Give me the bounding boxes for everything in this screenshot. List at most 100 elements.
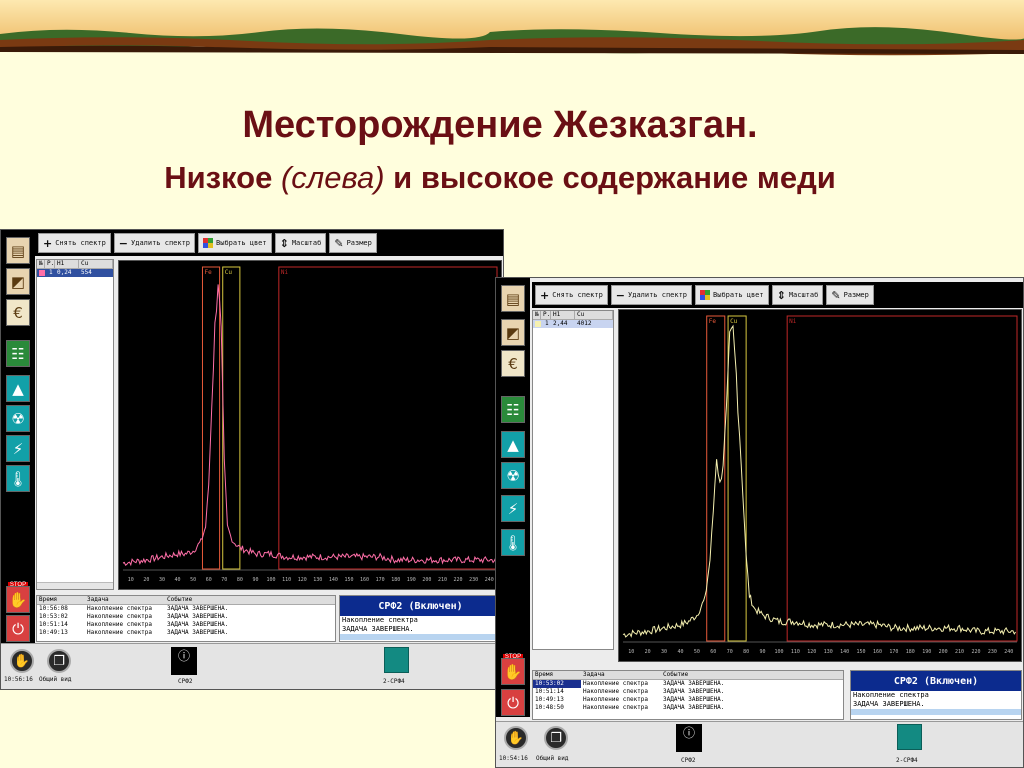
event-log-header: Время Задача Событие bbox=[533, 671, 843, 680]
clock: 10:54:16 bbox=[499, 755, 528, 762]
stop-hand-button[interactable]: ✋ bbox=[6, 586, 30, 613]
graduation-cap-icon[interactable]: ▲ bbox=[6, 375, 30, 402]
x-tick-label: 150 bbox=[857, 649, 866, 655]
thermometer-icon[interactable]: 🌡 bbox=[501, 529, 525, 556]
choose-color-button[interactable]: Выбрать цвет bbox=[695, 285, 769, 305]
brush-icon: ✎ bbox=[334, 236, 344, 250]
roi-cu-label: Cu bbox=[225, 269, 233, 276]
spectrum-svg: Fe Cu Ni 10 20 30 40 50 60 70 80 90 100 110 120 130 140 1… bbox=[122, 266, 498, 583]
take-spectrum-button[interactable]: + Снять спектр bbox=[38, 233, 111, 253]
spectrum-plot[interactable]: Fe Cu Ni 10 20 30 40 50 60 70 80 90 100 110 120 130 140 1… bbox=[618, 309, 1022, 662]
x-tick-label: 110 bbox=[282, 577, 291, 583]
list-item[interactable]: 10:56:08 Накопление спектра ЗАДАЧА ЗАВЕРШЕ… bbox=[37, 605, 335, 613]
status-line: ЗАДАЧА ЗАВЕРШЕНА. bbox=[342, 625, 414, 633]
scale-button[interactable]: ⇕ Масштаб bbox=[771, 285, 824, 305]
device-status-panel: СРФ2 (Включен) Накопление спектра ЗАДАЧА… bbox=[850, 670, 1022, 720]
table-row[interactable]: 1 0,24 554 bbox=[37, 269, 113, 277]
take-spectrum-button[interactable]: + Снять спектр bbox=[535, 285, 608, 305]
roi-cu-box bbox=[222, 266, 241, 570]
x-tick-label: 230 bbox=[988, 649, 997, 655]
list-item[interactable]: 10:53:02 Накопление спектра ЗАДАЧА ЗАВЕРШЕ… bbox=[37, 613, 335, 621]
device2-icon[interactable] bbox=[384, 647, 409, 673]
x-tick-label: 30 bbox=[159, 577, 165, 583]
x-tick-label: 240 bbox=[485, 577, 494, 583]
device-status-panel: СРФ2 (Включен) Накопление спектра ЗАДАЧА… bbox=[339, 595, 502, 642]
status-progress bbox=[340, 634, 501, 640]
size-button[interactable]: ✎ Размер bbox=[329, 233, 377, 253]
thermometer-icon[interactable]: 🌡 bbox=[6, 465, 30, 492]
spectra-table-header: № Р. Н1 Cu bbox=[37, 260, 113, 269]
roi-ni-box bbox=[278, 266, 498, 570]
document-icon[interactable]: ▤ bbox=[6, 237, 30, 264]
delete-spectrum-button[interactable]: − Удалить спектр bbox=[113, 233, 196, 253]
graph-icon[interactable]: ◩ bbox=[501, 319, 525, 346]
x-tick-label: 120 bbox=[298, 577, 307, 583]
network-icon[interactable]: ☷ bbox=[501, 396, 525, 423]
taskbar: ✋ ❐ 10:56:16 Общий вид ⓘ СРФ2 2-СРФ4 bbox=[1, 643, 503, 689]
list-item[interactable]: 10:49:13 Накопление спектра ЗАДАЧА ЗАВЕРШЕ… bbox=[37, 629, 335, 637]
device2-label: 2-СРФ4 bbox=[383, 678, 405, 685]
brush-icon: ✎ bbox=[831, 288, 841, 302]
slide-title: Месторождение Жезказган. bbox=[242, 104, 758, 146]
list-item[interactable]: 10:48:50 Накопление спектра ЗАДАЧА ЗАВЕРШЕ… bbox=[533, 704, 843, 712]
graduation-cap-icon[interactable]: ▲ bbox=[501, 431, 525, 458]
list-item[interactable]: 10:51:14 Накопление спектра ЗАДАЧА ЗАВЕРШЕ… bbox=[37, 621, 335, 629]
stop-hand-button[interactable]: ✋ bbox=[501, 658, 525, 685]
lightning-icon[interactable]: ⚡ bbox=[501, 495, 525, 522]
coin-icon[interactable]: € bbox=[6, 299, 30, 326]
list-item[interactable]: 10:49:13 Накопление спектра ЗАДАЧА ЗАВЕРШЕ… bbox=[533, 696, 843, 704]
overview-label: Общий вид bbox=[39, 676, 72, 683]
power-button[interactable]: ⏻ bbox=[6, 615, 30, 642]
clock: 10:56:16 bbox=[4, 676, 33, 683]
spectrum-series-line bbox=[622, 324, 1017, 638]
info-icon[interactable]: ⓘ bbox=[676, 724, 702, 752]
power-button[interactable]: ⏻ bbox=[501, 689, 525, 716]
size-button[interactable]: ✎ Размер bbox=[826, 285, 874, 305]
choose-color-button[interactable]: Выбрать цвет bbox=[198, 233, 272, 253]
x-tick-label: 70 bbox=[727, 649, 733, 655]
x-tick-label: 210 bbox=[438, 577, 447, 583]
spectrum-series-line bbox=[122, 284, 497, 567]
radiation-icon[interactable]: ☢ bbox=[6, 405, 30, 432]
overview-icon[interactable]: ❐ bbox=[47, 649, 71, 673]
radiation-icon[interactable]: ☢ bbox=[501, 462, 525, 489]
top-toolbar: + Снять спектр − Удалить спектр Выбрать цв… bbox=[35, 230, 503, 256]
x-tick-label: 50 bbox=[190, 577, 196, 583]
roi-fe-label: Fe bbox=[204, 269, 212, 276]
lightning-icon[interactable]: ⚡ bbox=[6, 435, 30, 462]
horizontal-scrollbar[interactable] bbox=[37, 582, 113, 589]
list-item[interactable]: 10:51:14 Накопление спектра ЗАДАЧА ЗАВЕРШЕ… bbox=[533, 688, 843, 696]
decorative-banner bbox=[0, 0, 1024, 56]
roi-cu-box bbox=[727, 315, 747, 642]
x-tick-label: 180 bbox=[391, 577, 400, 583]
x-tick-label: 10 bbox=[128, 577, 134, 583]
overview-icon[interactable]: ❐ bbox=[544, 726, 568, 750]
x-tick-label: 190 bbox=[922, 649, 931, 655]
hand-icon[interactable]: ✋ bbox=[504, 726, 528, 750]
device2-icon[interactable] bbox=[897, 724, 922, 750]
x-tick-label: 130 bbox=[313, 577, 322, 583]
x-tick-label: 20 bbox=[143, 577, 149, 583]
coin-icon[interactable]: € bbox=[501, 350, 525, 377]
x-tick-label: 50 bbox=[694, 649, 700, 655]
hand-icon[interactable]: ✋ bbox=[10, 649, 34, 673]
table-row[interactable]: 1 2,44 4012 bbox=[533, 320, 613, 328]
scale-button[interactable]: ⇕ Масштаб bbox=[274, 233, 327, 253]
network-icon[interactable]: ☷ bbox=[6, 340, 30, 367]
plus-icon: + bbox=[540, 288, 550, 302]
list-item[interactable]: 10:53:02 Накопление спектра ЗАДАЧА ЗАВЕРШЕ… bbox=[533, 680, 843, 688]
graph-icon[interactable]: ◩ bbox=[6, 268, 30, 295]
device1-label: СРФ2 bbox=[178, 678, 193, 685]
delete-spectrum-button[interactable]: − Удалить спектр bbox=[610, 285, 693, 305]
status-line: Накопление спектра bbox=[342, 616, 418, 624]
x-tick-label: 180 bbox=[906, 649, 915, 655]
x-tick-label: 90 bbox=[760, 649, 766, 655]
status-progress bbox=[851, 709, 1021, 715]
x-tick-label: 220 bbox=[454, 577, 463, 583]
spectrum-plot[interactable]: Fe Cu Ni 10 20 30 40 50 60 70 80 90 100 110 120 130 140 1… bbox=[118, 260, 502, 590]
x-tick-label: 220 bbox=[971, 649, 980, 655]
x-tick-label: 210 bbox=[955, 649, 964, 655]
info-icon[interactable]: ⓘ bbox=[171, 647, 197, 675]
document-icon[interactable]: ▤ bbox=[501, 285, 525, 312]
x-tick-label: 100 bbox=[774, 649, 783, 655]
